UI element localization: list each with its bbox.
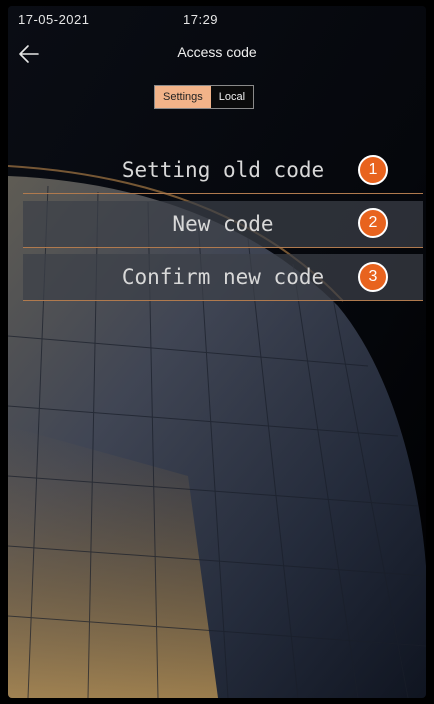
callout-badge-1: 1 — [358, 155, 388, 185]
callout-badge-2: 2 — [358, 208, 388, 238]
status-date: 17-05-2021 — [18, 12, 90, 27]
device-screen: 17-05-2021 17:29 Access code Settings Lo… — [8, 6, 426, 698]
status-bar: 17-05-2021 17:29 — [18, 12, 416, 28]
tab-settings[interactable]: Settings — [155, 86, 211, 108]
tab-local[interactable]: Local — [211, 86, 253, 108]
setting-old-code-label: Setting old code — [121, 158, 325, 182]
confirm-new-code-label: Confirm new code — [121, 265, 325, 289]
new-code-label: New code — [172, 212, 274, 236]
page-title: Access code — [177, 44, 257, 60]
background-building-image — [8, 6, 426, 698]
status-time: 17:29 — [183, 12, 219, 27]
callout-badge-3: 3 — [358, 262, 388, 292]
tab-bar: Settings Local — [154, 85, 255, 109]
